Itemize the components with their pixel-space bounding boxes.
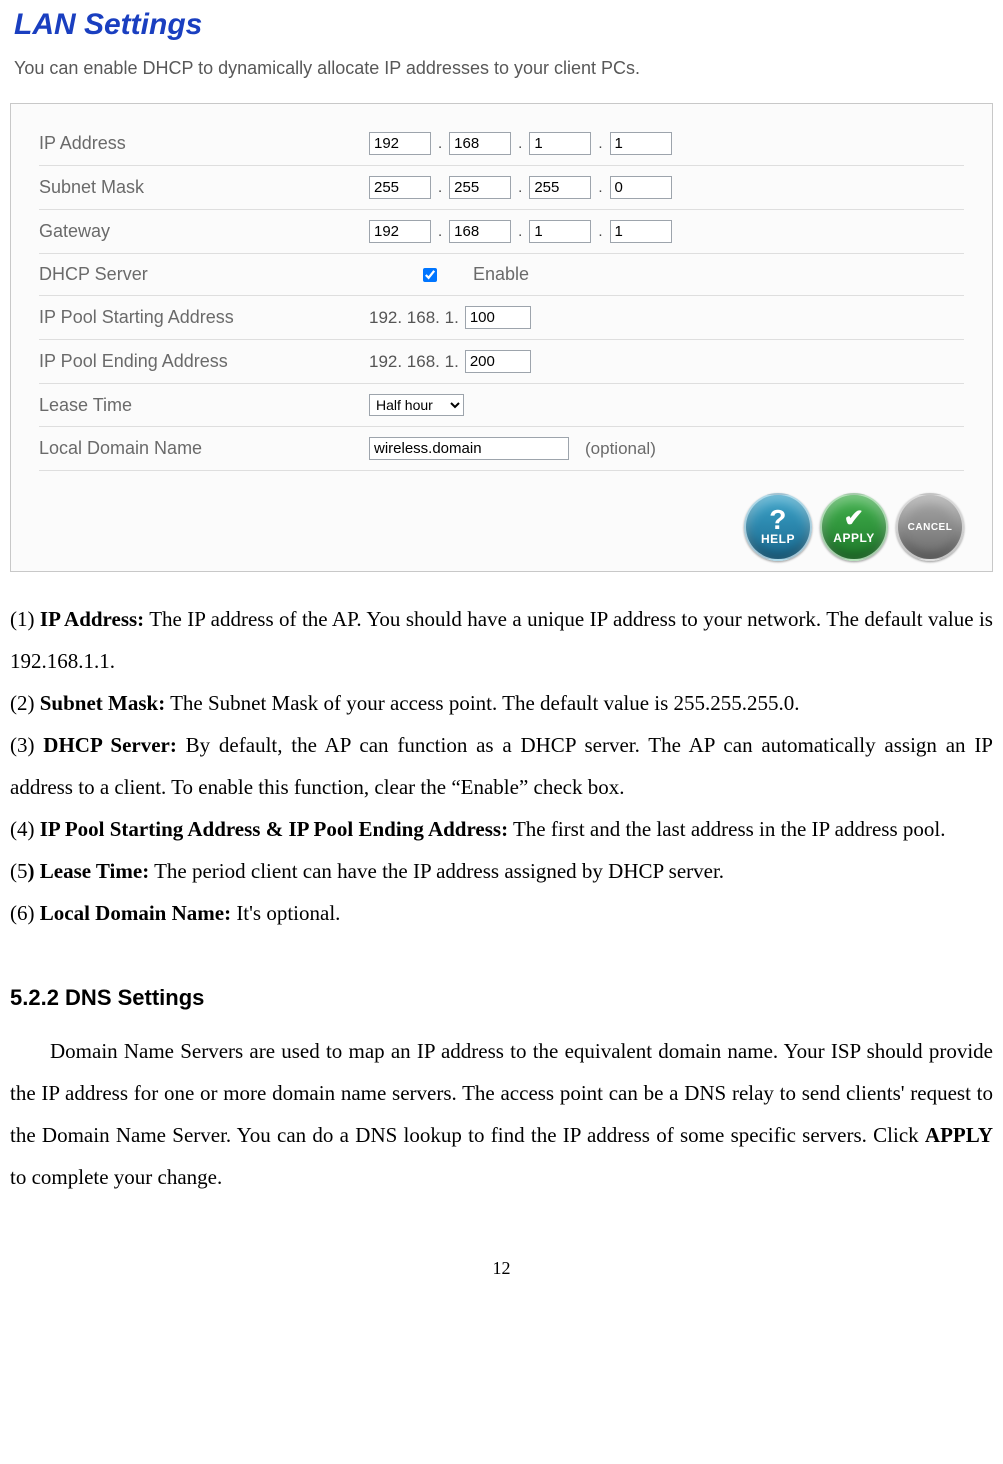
- doc-item-6-num: (6): [10, 901, 40, 925]
- dot: .: [438, 135, 442, 152]
- doc-item-2: (2) Subnet Mask: The Subnet Mask of your…: [10, 682, 993, 724]
- row-lease-time: Lease Time Half hour: [39, 384, 964, 427]
- ip-address-octet-2[interactable]: [449, 132, 511, 155]
- doc-item-1-term: IP Address:: [40, 607, 144, 631]
- doc-item-1-num: (1): [10, 607, 40, 631]
- label-subnet-mask: Subnet Mask: [39, 177, 369, 198]
- doc-body: (1) IP Address: The IP address of the AP…: [10, 598, 993, 1198]
- apply-button[interactable]: ✔ APPLY: [820, 493, 888, 561]
- question-mark-icon: ?: [769, 509, 787, 531]
- label-dhcp-server: DHCP Server: [39, 264, 369, 285]
- gateway-octet-1[interactable]: [369, 220, 431, 243]
- help-button[interactable]: ? HELP: [744, 493, 812, 561]
- subnet-mask-octet-4[interactable]: [610, 176, 672, 199]
- lease-time-select[interactable]: Half hour: [369, 394, 464, 416]
- pool-start-input[interactable]: [465, 306, 531, 329]
- doc-item-6-text: It's optional.: [231, 901, 340, 925]
- doc-item-6: (6) Local Domain Name: It's optional.: [10, 892, 993, 934]
- doc-item-2-text: The Subnet Mask of your access point. Th…: [165, 691, 799, 715]
- row-pool-start: IP Pool Starting Address 192. 168. 1.: [39, 296, 964, 340]
- label-gateway: Gateway: [39, 221, 369, 242]
- dot: .: [598, 135, 602, 152]
- gateway-octet-4[interactable]: [610, 220, 672, 243]
- cancel-button-label: CANCEL: [908, 522, 953, 533]
- page-number: 12: [10, 1258, 993, 1279]
- ip-address-octet-3[interactable]: [529, 132, 591, 155]
- gateway-octet-2[interactable]: [449, 220, 511, 243]
- doc-item-5: (5) Lease Time: The period client can ha…: [10, 850, 993, 892]
- check-icon: ✔: [844, 509, 865, 529]
- page-description: You can enable DHCP to dynamically alloc…: [14, 58, 993, 79]
- row-dhcp-server: DHCP Server Enable: [39, 254, 964, 296]
- label-ip-address: IP Address: [39, 133, 369, 154]
- subnet-mask-octet-2[interactable]: [449, 176, 511, 199]
- label-lease-time: Lease Time: [39, 395, 369, 416]
- ip-address-octet-1[interactable]: [369, 132, 431, 155]
- doc-item-1-text: The IP address of the AP. You should hav…: [10, 607, 993, 673]
- button-bar: ? HELP ✔ APPLY CANCEL: [39, 493, 964, 561]
- doc-item-1: (1) IP Address: The IP address of the AP…: [10, 598, 993, 682]
- label-pool-start: IP Pool Starting Address: [39, 307, 369, 328]
- subnet-mask-octet-3[interactable]: [529, 176, 591, 199]
- dot: .: [518, 223, 522, 240]
- lan-settings-panel: IP Address . . . Subnet Mask . . .: [10, 103, 993, 572]
- dot: .: [598, 223, 602, 240]
- row-gateway: Gateway . . .: [39, 210, 964, 254]
- pool-end-prefix: 192. 168. 1.: [369, 352, 459, 372]
- row-subnet-mask: Subnet Mask . . .: [39, 166, 964, 210]
- pool-start-prefix: 192. 168. 1.: [369, 308, 459, 328]
- cancel-button[interactable]: CANCEL: [896, 493, 964, 561]
- apply-button-label: APPLY: [833, 531, 874, 545]
- dot: .: [518, 179, 522, 196]
- gateway-octet-3[interactable]: [529, 220, 591, 243]
- doc-dns-text-2: to complete your change.: [10, 1165, 222, 1189]
- ip-address-octet-4[interactable]: [610, 132, 672, 155]
- dot: .: [438, 179, 442, 196]
- doc-item-4-num: (4): [10, 817, 40, 841]
- doc-item-2-term: Subnet Mask:: [40, 691, 165, 715]
- doc-dns-text-1: Domain Name Servers are used to map an I…: [10, 1039, 993, 1147]
- dot: .: [438, 223, 442, 240]
- local-domain-input[interactable]: [369, 437, 569, 460]
- doc-item-3-term: DHCP Server:: [43, 733, 177, 757]
- section-heading-dns: 5.2.2 DNS Settings: [10, 976, 993, 1020]
- help-button-label: HELP: [761, 532, 795, 546]
- label-local-domain: Local Domain Name: [39, 438, 369, 459]
- doc-item-5-text: The period client can have the IP addres…: [149, 859, 724, 883]
- doc-item-4-term: IP Pool Starting Address & IP Pool Endin…: [40, 817, 508, 841]
- row-local-domain: Local Domain Name (optional): [39, 427, 964, 471]
- row-pool-end: IP Pool Ending Address 192. 168. 1.: [39, 340, 964, 384]
- pool-end-input[interactable]: [465, 350, 531, 373]
- doc-item-2-num: (2): [10, 691, 40, 715]
- label-pool-end: IP Pool Ending Address: [39, 351, 369, 372]
- local-domain-optional: (optional): [585, 439, 656, 459]
- dot: .: [518, 135, 522, 152]
- row-ip-address: IP Address . . .: [39, 122, 964, 166]
- doc-item-4-text: The first and the last address in the IP…: [508, 817, 945, 841]
- page-title: LAN Settings: [14, 8, 993, 42]
- dhcp-enable-checkbox[interactable]: [423, 268, 437, 282]
- doc-item-6-term: Local Domain Name:: [40, 901, 231, 925]
- doc-dns-apply-word: APPLY: [925, 1123, 993, 1147]
- doc-item-3-num: (3): [10, 733, 43, 757]
- doc-item-5-num: (5: [10, 859, 28, 883]
- doc-item-5-term: ) Lease Time:: [28, 859, 150, 883]
- dot: .: [598, 179, 602, 196]
- doc-item-3: (3) DHCP Server: By default, the AP can …: [10, 724, 993, 808]
- doc-dns-paragraph: Domain Name Servers are used to map an I…: [10, 1030, 993, 1198]
- subnet-mask-octet-1[interactable]: [369, 176, 431, 199]
- doc-item-4: (4) IP Pool Starting Address & IP Pool E…: [10, 808, 993, 850]
- dhcp-enable-text: Enable: [473, 264, 529, 285]
